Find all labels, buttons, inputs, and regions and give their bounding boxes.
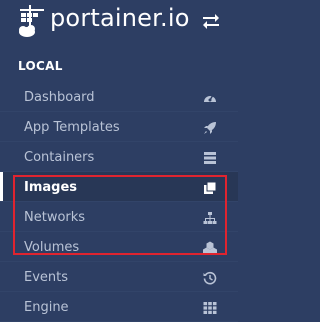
sidebar-item-dashboard[interactable]: Dashboard [0, 82, 238, 112]
server-icon [203, 150, 217, 164]
sidebar-item-label: App Templates [24, 120, 120, 135]
portainer-logo-icon[interactable] [18, 5, 48, 43]
tachometer-icon [203, 90, 217, 104]
sidebar-item-events[interactable]: Events [0, 262, 238, 292]
brand-name[interactable]: portainer.io [50, 4, 190, 32]
sidebar-item-label: Dashboard [24, 90, 95, 105]
sidebar-item-images[interactable]: Images [0, 172, 238, 202]
cubes-icon [203, 240, 217, 255]
sidebar-item-label: Events [24, 270, 69, 285]
sidebar-item-label: Containers [24, 150, 95, 165]
history-icon [203, 270, 217, 285]
sidebar-item-label: Networks [24, 210, 86, 225]
clone-icon [203, 180, 217, 194]
section-title-local: LOCAL [18, 59, 63, 73]
sidebar-header: portainer.io [0, 0, 238, 44]
sidebar-item-label: Engine [24, 300, 69, 315]
sidebar-item-engine[interactable]: Engine [0, 292, 238, 322]
sidebar-nav: Dashboard App Templates Containers Image… [0, 82, 238, 322]
sidebar-item-networks[interactable]: Networks [0, 202, 238, 232]
sidebar-item-containers[interactable]: Containers [0, 142, 238, 172]
sitemap-icon [203, 210, 217, 224]
rocket-icon [203, 120, 217, 134]
sidebar-item-volumes[interactable]: Volumes [0, 232, 238, 262]
th-icon [203, 300, 217, 314]
exchange-icon[interactable] [202, 13, 220, 33]
sidebar-item-label: Images [24, 180, 78, 195]
sidebar-item-label: Volumes [24, 240, 80, 255]
sidebar-item-app-templates[interactable]: App Templates [0, 112, 238, 142]
